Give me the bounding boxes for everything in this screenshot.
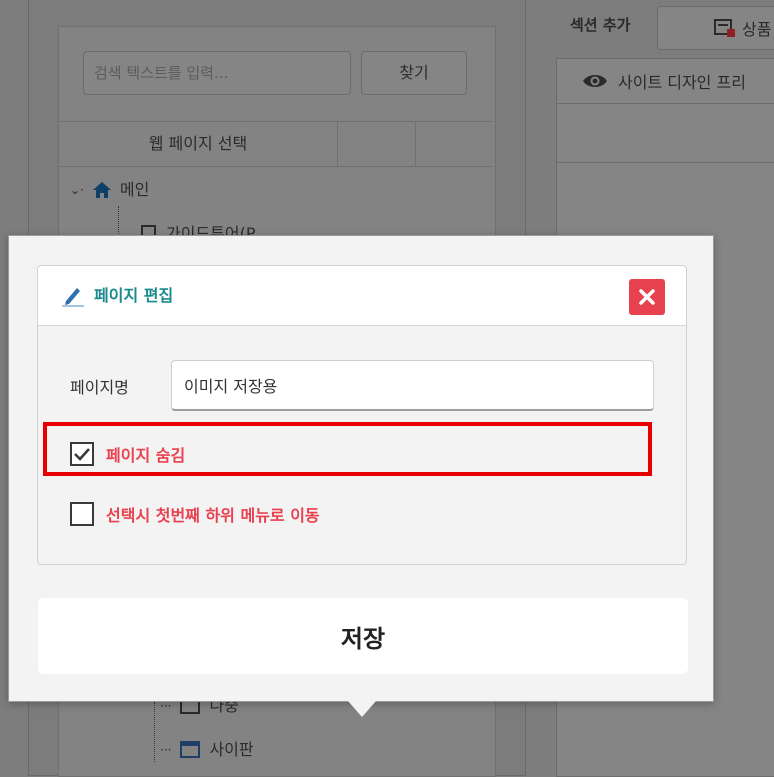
- tree-dots: ···: [160, 743, 172, 757]
- move-first-sub-checkbox[interactable]: [70, 502, 94, 526]
- product-button[interactable]: 상품: [657, 6, 774, 50]
- modal-pointer: [348, 701, 376, 717]
- tree-item-main[interactable]: ⌄· 메인: [70, 176, 149, 204]
- tree-connector: [154, 702, 155, 762]
- product-button-label: 상품: [742, 20, 772, 39]
- modal-header: 페이지 편집: [38, 266, 686, 326]
- tree-connector: [118, 206, 119, 236]
- chevron-down-icon[interactable]: ⌄·: [70, 176, 84, 204]
- tree-item-label: 메인: [119, 180, 150, 199]
- page-name-label: 페이지명: [70, 378, 129, 397]
- page-edit-modal: 페이지 편집 페이지명 페이지 숨김 선택시 첫번째 하위 메뉴로 이동: [8, 235, 714, 702]
- modal-title: 페이지 편집: [94, 286, 174, 305]
- page-edit-card: 페이지 편집 페이지명 페이지 숨김 선택시 첫번째 하위 메뉴로 이동: [37, 265, 687, 565]
- tree-item-label: 사이판: [209, 740, 254, 759]
- save-button[interactable]: 저장: [38, 598, 688, 674]
- hide-page-label: 페이지 숨김: [106, 446, 186, 465]
- move-first-sub-label: 선택시 첫번째 하위 메뉴로 이동: [106, 506, 320, 525]
- tree-item-saipan[interactable]: ··· 사이판: [160, 736, 254, 764]
- move-first-sub-option[interactable]: 선택시 첫번째 하위 메뉴로 이동: [70, 502, 320, 526]
- home-icon: [92, 182, 111, 198]
- page-name-input[interactable]: [171, 360, 654, 411]
- close-icon: [639, 289, 655, 305]
- grid-header-label: 웹 페이지 선택: [59, 122, 338, 166]
- pencil-edit-icon: [62, 288, 84, 307]
- site-preview-label: 사이트 디자인 프리: [618, 72, 746, 92]
- find-button[interactable]: 찾기: [361, 51, 467, 95]
- checkmark-icon: [74, 448, 90, 461]
- hide-page-checkbox[interactable]: [70, 442, 94, 466]
- window-icon: [180, 741, 201, 758]
- grid-header: 웹 페이지 선택: [59, 121, 493, 167]
- eye-icon: [583, 74, 607, 87]
- section-add-label: 섹션 추가: [570, 16, 631, 34]
- grid-header-col2: [337, 122, 416, 166]
- search-input[interactable]: 검색 텍스트를 입력...: [83, 51, 351, 95]
- product-icon: [714, 19, 735, 37]
- hide-page-option[interactable]: 페이지 숨김: [70, 442, 185, 466]
- site-preview-button[interactable]: 사이트 디자인 프리: [556, 58, 774, 104]
- close-button[interactable]: [629, 279, 665, 315]
- divider: [556, 162, 774, 163]
